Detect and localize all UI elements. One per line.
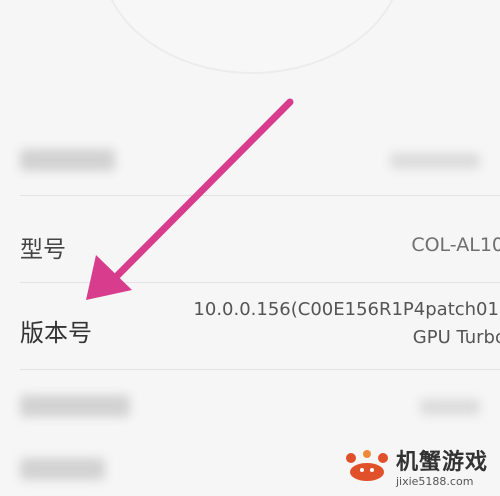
blurred-value xyxy=(420,399,480,415)
watermark-title: 机蟹游戏 xyxy=(395,450,488,475)
blurred-row-bottom xyxy=(0,385,500,425)
top-circle-decoration xyxy=(100,0,404,74)
model-label: 型号 xyxy=(20,237,66,263)
build-number-value-line2: GPU Turbo xyxy=(412,327,500,348)
blurred-label xyxy=(20,458,105,480)
crab-logo-icon xyxy=(345,450,388,481)
build-number-row[interactable]: 版本号 10.0.0.156(C00E156R1P4patch01) GPU T… xyxy=(0,283,500,369)
divider xyxy=(20,369,500,370)
watermark: 机蟹游戏 jixie5188.com xyxy=(342,444,488,488)
model-row[interactable]: 型号 COL-AL10 xyxy=(0,196,500,282)
model-value: COL-AL10 xyxy=(411,234,500,256)
watermark-url: jixie5188.com xyxy=(395,475,474,488)
build-number-value: 10.0.0.156(C00E156R1P4patch01) GPU Turbo xyxy=(140,299,500,359)
blurred-value xyxy=(390,153,480,169)
blurred-row-top xyxy=(0,145,500,175)
blurred-label xyxy=(20,395,130,417)
build-number-label: 版本号 xyxy=(20,319,92,347)
blurred-label xyxy=(20,149,115,171)
build-number-value-line1: 10.0.0.156(C00E156R1P4patch01) xyxy=(193,299,500,320)
